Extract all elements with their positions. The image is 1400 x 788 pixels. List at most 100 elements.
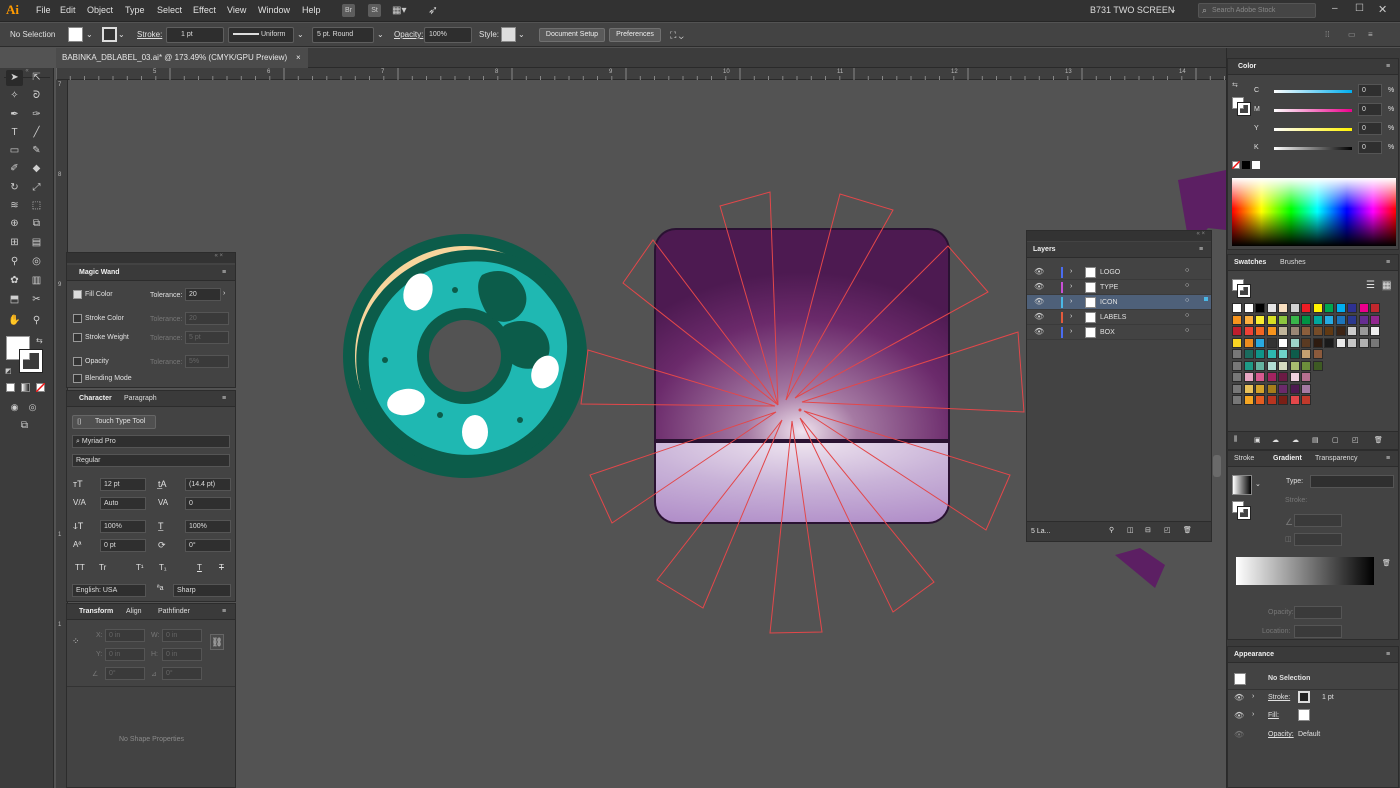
- color-swatch[interactable]: [1255, 360, 1265, 371]
- eyedropper-tool-icon[interactable]: ⚲: [6, 254, 23, 270]
- minimize-icon[interactable]: –: [1332, 3, 1338, 14]
- layer-row[interactable]: 👁 › LABELS ○: [1027, 310, 1211, 325]
- panel-menu-icon[interactable]: ≡: [1386, 651, 1390, 658]
- variable-width-profile[interactable]: Uniform: [228, 27, 294, 43]
- none-mode-icon[interactable]: [36, 383, 45, 392]
- brush-definition[interactable]: 5 pt. Round: [312, 27, 374, 43]
- panel-menu-icon[interactable]: ≡: [1386, 455, 1390, 462]
- chevron-right-icon[interactable]: ›: [223, 290, 225, 297]
- color-swatch[interactable]: [1243, 303, 1254, 313]
- gpu-rocket-icon[interactable]: ➶: [428, 3, 438, 17]
- chevron-down-icon[interactable]: ⌄: [297, 30, 304, 39]
- color-swatch[interactable]: [1255, 303, 1265, 313]
- horizontal-scale-input[interactable]: 100%: [185, 520, 231, 533]
- color-swatch[interactable]: [1232, 326, 1242, 336]
- color-swatch[interactable]: [1266, 372, 1277, 382]
- reference-point-icon[interactable]: ⁘: [72, 636, 80, 647]
- zoom-tool-icon[interactable]: ⚲: [28, 313, 45, 329]
- tab-brushes[interactable]: Brushes: [1280, 259, 1306, 266]
- free-transform-tool-icon[interactable]: ⬚: [28, 198, 45, 214]
- font-family-select[interactable]: ⌕ Myriad Pro: [72, 435, 230, 448]
- label-box-icon[interactable]: [654, 228, 950, 524]
- color-swatch[interactable]: [1301, 326, 1311, 336]
- chevron-down-icon[interactable]: ⌄: [518, 30, 525, 39]
- panel-collapse-icon[interactable]: « ×: [67, 253, 235, 263]
- color-swatch[interactable]: [1301, 360, 1311, 371]
- color-swatch[interactable]: [1312, 360, 1323, 371]
- color-swatch[interactable]: [1232, 372, 1242, 382]
- color-swatch[interactable]: [1266, 349, 1277, 359]
- tab-character[interactable]: Character: [79, 395, 112, 402]
- stroke-weight-field[interactable]: 1 pt: [166, 27, 224, 43]
- column-graph-tool-icon[interactable]: ▥: [28, 273, 45, 289]
- target-circle-icon[interactable]: ○: [1185, 327, 1189, 334]
- bridge-icon[interactable]: Br: [342, 4, 355, 17]
- strikethrough-button[interactable]: T: [219, 563, 224, 572]
- rotate-tool-icon[interactable]: ↻: [6, 180, 23, 196]
- target-circle-icon[interactable]: ○: [1185, 267, 1189, 274]
- expand-arrow-icon[interactable]: ›: [1070, 313, 1072, 320]
- tab-swatches[interactable]: Swatches: [1234, 259, 1266, 266]
- symbol-sprayer-tool-icon[interactable]: ✿: [6, 273, 23, 289]
- color-swatch[interactable]: [1358, 326, 1369, 336]
- color-swatch[interactable]: [1278, 360, 1288, 371]
- color-swatch[interactable]: [1312, 314, 1323, 325]
- make-clipping-mask-icon[interactable]: ◫: [1127, 526, 1134, 534]
- color-swatch[interactable]: [1370, 337, 1380, 348]
- color-swatch[interactable]: [1301, 337, 1311, 348]
- selection-tool-icon[interactable]: ➤: [6, 70, 23, 86]
- white-swatch[interactable]: [1252, 161, 1260, 169]
- gradient-slider[interactable]: [1236, 557, 1374, 585]
- panel-menu-icon[interactable]: ≡: [222, 395, 226, 402]
- tolerance-input[interactable]: 20: [185, 288, 221, 301]
- color-swatch[interactable]: [1289, 337, 1300, 348]
- color-swatch[interactable]: [1243, 383, 1254, 394]
- target-circle-icon[interactable]: ○: [1185, 312, 1189, 319]
- appearance-opacity-label[interactable]: Opacity:: [1268, 731, 1294, 738]
- color-swatch[interactable]: [1255, 337, 1265, 348]
- panel-menu-icon[interactable]: ≡: [1199, 246, 1203, 253]
- tab-transform[interactable]: Transform: [79, 608, 113, 615]
- stroke-weight-checkbox[interactable]: [73, 333, 82, 342]
- layer-name[interactable]: BOX: [1100, 329, 1115, 336]
- all-caps-button[interactable]: TT: [75, 563, 85, 572]
- color-swatch[interactable]: [1243, 360, 1254, 371]
- tab-align[interactable]: Align: [126, 608, 142, 615]
- color-swatch[interactable]: [1255, 372, 1265, 382]
- color-swatch[interactable]: [1289, 349, 1300, 359]
- style-swatch[interactable]: [501, 27, 516, 42]
- color-swatch[interactable]: [1370, 303, 1380, 313]
- direct-selection-tool-icon[interactable]: ⇱: [28, 70, 45, 86]
- color-swatch[interactable]: [1335, 337, 1346, 348]
- tracking-input[interactable]: 0: [185, 497, 231, 510]
- screen-mode-icon[interactable]: ⧉: [16, 418, 33, 434]
- color-swatch[interactable]: [1255, 383, 1265, 394]
- color-swatch[interactable]: [1335, 314, 1346, 325]
- kerning-input[interactable]: Auto: [100, 497, 146, 510]
- opacity-label[interactable]: Opacity:: [394, 30, 423, 39]
- menu-type[interactable]: Type: [125, 5, 145, 15]
- visibility-eye-icon[interactable]: 👁: [1034, 267, 1044, 276]
- black-swatch[interactable]: [1242, 161, 1250, 169]
- color-swatch[interactable]: [1358, 314, 1369, 325]
- menu-effect[interactable]: Effect: [193, 5, 216, 15]
- panel-menu-icon[interactable]: ≡: [1368, 30, 1373, 39]
- magic-wand-title[interactable]: Magic Wand: [79, 269, 120, 276]
- menu-view[interactable]: View: [227, 5, 246, 15]
- font-style-select[interactable]: Regular: [72, 454, 230, 467]
- panel-menu-icon[interactable]: ≡: [1386, 63, 1390, 70]
- swatch-libraries-icon[interactable]: ⫼: [1234, 436, 1237, 444]
- slice-tool-icon[interactable]: ✂: [28, 292, 45, 308]
- color-swatch[interactable]: [1266, 383, 1277, 394]
- color-swatch[interactable]: [1358, 303, 1369, 313]
- document-setup-button[interactable]: Document Setup: [539, 28, 605, 42]
- gradient-tool-icon[interactable]: ▤: [28, 235, 45, 251]
- color-swatch[interactable]: [1347, 314, 1357, 325]
- layer-row[interactable]: 👁 › LOGO ○: [1027, 265, 1211, 280]
- stock-search-box[interactable]: ⌕ Search Adobe Stock: [1198, 3, 1316, 18]
- color-swatch[interactable]: [1324, 314, 1334, 325]
- paintbrush-tool-icon[interactable]: ✎: [28, 143, 45, 159]
- stroke-swatch[interactable]: [102, 27, 117, 42]
- menu-select[interactable]: Select: [157, 5, 182, 15]
- color-swatch[interactable]: [1289, 383, 1300, 394]
